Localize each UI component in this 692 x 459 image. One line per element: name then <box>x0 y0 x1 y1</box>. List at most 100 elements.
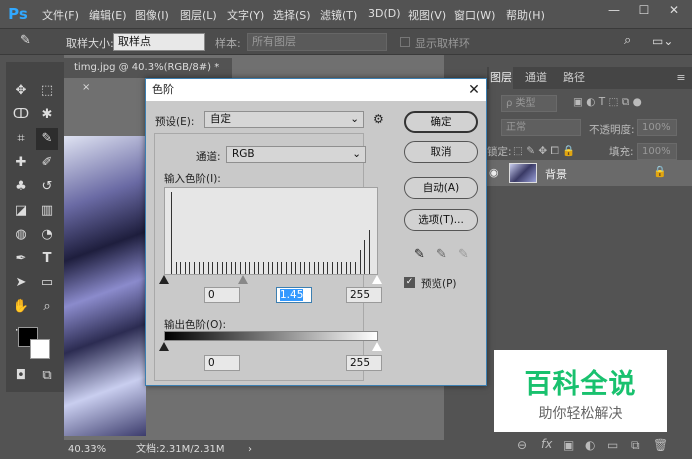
document-close-icon[interactable]: × <box>82 82 90 93</box>
input-gamma-slider[interactable] <box>238 275 248 284</box>
pen-tool-icon[interactable]: ✒ <box>10 248 32 270</box>
minimize-button[interactable]: — <box>600 0 628 20</box>
quick-mask-icon[interactable]: ◘ <box>10 365 32 387</box>
layer-name[interactable]: 背景 <box>545 166 567 182</box>
opacity-field[interactable]: 100% <box>637 119 677 136</box>
marquee-tool-icon[interactable]: ⬚ <box>36 80 58 102</box>
histogram-bar <box>281 262 283 274</box>
menu-view[interactable]: 视图(V) <box>408 7 446 23</box>
fx-icon[interactable]: fx <box>541 437 552 451</box>
crop-tool-icon[interactable]: ⌗ <box>10 128 32 150</box>
lasso-tool-icon[interactable]: ↀ <box>10 104 32 126</box>
fill-field[interactable]: 100% <box>637 143 677 160</box>
dodge-tool-icon[interactable]: ◔ <box>36 224 58 246</box>
histogram-bar <box>258 262 260 274</box>
menu-type[interactable]: 文字(Y) <box>227 7 264 23</box>
magic-wand-tool-icon[interactable]: ✱ <box>36 104 58 126</box>
black-eyedropper-icon[interactable]: ✎ <box>414 247 425 262</box>
history-brush-tool-icon[interactable]: ↺ <box>36 176 58 198</box>
preset-gear-icon[interactable]: ⚙ <box>373 112 384 126</box>
adjustment-layer-icon[interactable]: ◐ <box>585 438 595 452</box>
blend-mode-select[interactable]: 正常 <box>501 119 581 136</box>
output-black-field[interactable]: 0 <box>204 355 240 371</box>
menu-3d[interactable]: 3D(D) <box>368 7 401 20</box>
rectangle-tool-icon[interactable]: ▭ <box>36 272 58 294</box>
preview-checkbox[interactable]: ✓ <box>404 277 415 288</box>
zoom-level[interactable]: 40.33% <box>68 440 106 459</box>
output-white-slider[interactable] <box>372 342 382 351</box>
hand-tool-icon[interactable]: ✋ <box>10 296 32 318</box>
visibility-eye-icon[interactable]: ◉ <box>489 166 499 179</box>
brush-tool-icon[interactable]: ✐ <box>36 152 58 174</box>
new-layer-icon[interactable]: ⧉ <box>631 438 640 453</box>
group-icon[interactable]: ▭ <box>607 438 618 452</box>
background-color-swatch[interactable] <box>30 339 50 359</box>
histogram-bar <box>175 262 177 274</box>
dialog-close-button[interactable]: ✕ <box>464 80 484 100</box>
histogram-bar <box>189 262 191 274</box>
input-white-slider[interactable] <box>372 275 382 284</box>
input-black-slider[interactable] <box>159 275 169 284</box>
maximize-button[interactable]: ☐ <box>630 0 658 20</box>
document-tab[interactable]: timg.jpg @ 40.3%(RGB/8#) * × <box>64 58 232 93</box>
menu-window[interactable]: 窗口(W) <box>454 7 495 23</box>
screen-mode-icon[interactable]: ⧉ <box>36 365 58 387</box>
tab-layers[interactable]: 图层 <box>489 67 513 89</box>
eyedropper-tool-icon[interactable]: ✎ <box>20 33 31 48</box>
ok-button[interactable]: 确定 <box>404 111 478 133</box>
status-arrow-icon[interactable]: › <box>248 440 252 459</box>
eyedropper-tool-icon[interactable]: ✎ <box>36 128 58 150</box>
photoshop-logo: Ps <box>8 5 28 23</box>
preset-select[interactable]: 自定 ⌄ <box>204 111 364 128</box>
input-white-field[interactable]: 255 <box>346 287 382 303</box>
menu-select[interactable]: 选择(S) <box>273 7 311 23</box>
healing-brush-tool-icon[interactable]: ✚ <box>10 152 32 174</box>
show-ring-checkbox[interactable] <box>400 37 410 47</box>
layer-row-background[interactable]: ◉ 背景 🔒 <box>487 160 692 186</box>
canvas-image[interactable] <box>64 136 146 436</box>
histogram-bar <box>276 262 278 274</box>
move-tool-icon[interactable]: ✥ <box>10 80 32 102</box>
tab-channels[interactable]: 通道 <box>521 67 551 89</box>
kind-filter-select[interactable]: ρ 类型 <box>501 95 557 112</box>
histogram-bar <box>171 192 172 274</box>
path-selection-tool-icon[interactable]: ➤ <box>10 272 32 294</box>
stamp-tool-icon[interactable]: ♣ <box>10 176 32 198</box>
gradient-tool-icon[interactable]: ▥ <box>36 200 58 222</box>
menu-filter[interactable]: 滤镜(T) <box>320 7 357 23</box>
add-mask-icon[interactable]: ▣ <box>563 438 574 452</box>
cancel-button[interactable]: 取消 <box>404 141 478 163</box>
workspace-icon[interactable]: ▭⌄ <box>652 34 673 48</box>
lock-icons[interactable]: ⬚ ✎ ✥ ⧠ 🔒 <box>513 144 575 158</box>
auto-button[interactable]: 自动(A) <box>404 177 478 199</box>
sample-size-select[interactable]: 取样点 <box>113 33 205 51</box>
window-close-button[interactable]: ✕ <box>660 0 688 20</box>
input-gamma-field[interactable]: 1.45 <box>276 287 312 303</box>
output-black-slider[interactable] <box>159 342 169 351</box>
menu-file[interactable]: 文件(F) <box>42 7 79 23</box>
preset-label: 预设(E): <box>155 116 195 128</box>
channel-select[interactable]: RGB ⌄ <box>226 146 366 163</box>
filter-icons[interactable]: ▣ ◐ T ⬚ ⧉ ● <box>573 96 642 109</box>
link-layers-icon[interactable]: ⊖ <box>517 438 527 452</box>
channel-label: 通道: <box>196 151 221 163</box>
type-tool-icon[interactable]: T <box>36 248 58 270</box>
eraser-tool-icon[interactable]: ◪ <box>10 200 32 222</box>
panel-menu-icon[interactable]: ≡ <box>673 67 689 89</box>
menu-layer[interactable]: 图层(L) <box>180 7 217 23</box>
zoom-tool-icon[interactable]: ⌕ <box>36 296 58 318</box>
menu-help[interactable]: 帮助(H) <box>506 7 545 23</box>
gray-eyedropper-icon[interactable]: ✎ <box>436 247 447 262</box>
menu-edit[interactable]: 编辑(E) <box>89 7 127 23</box>
menu-image[interactable]: 图像(I) <box>135 7 169 23</box>
output-white-field[interactable]: 255 <box>346 355 382 371</box>
search-icon[interactable]: ⌕ <box>624 33 631 48</box>
tab-paths[interactable]: 路径 <box>559 67 589 89</box>
delete-layer-icon[interactable]: 🗑 <box>653 438 668 452</box>
options-button[interactable]: 选项(T)... <box>404 209 478 231</box>
sample-select[interactable]: 所有图层 <box>247 33 387 51</box>
input-black-field[interactable]: 0 <box>204 287 240 303</box>
blur-tool-icon[interactable]: ◍ <box>10 224 32 246</box>
histogram-bar <box>184 262 186 274</box>
white-eyedropper-icon[interactable]: ✎ <box>458 247 469 262</box>
